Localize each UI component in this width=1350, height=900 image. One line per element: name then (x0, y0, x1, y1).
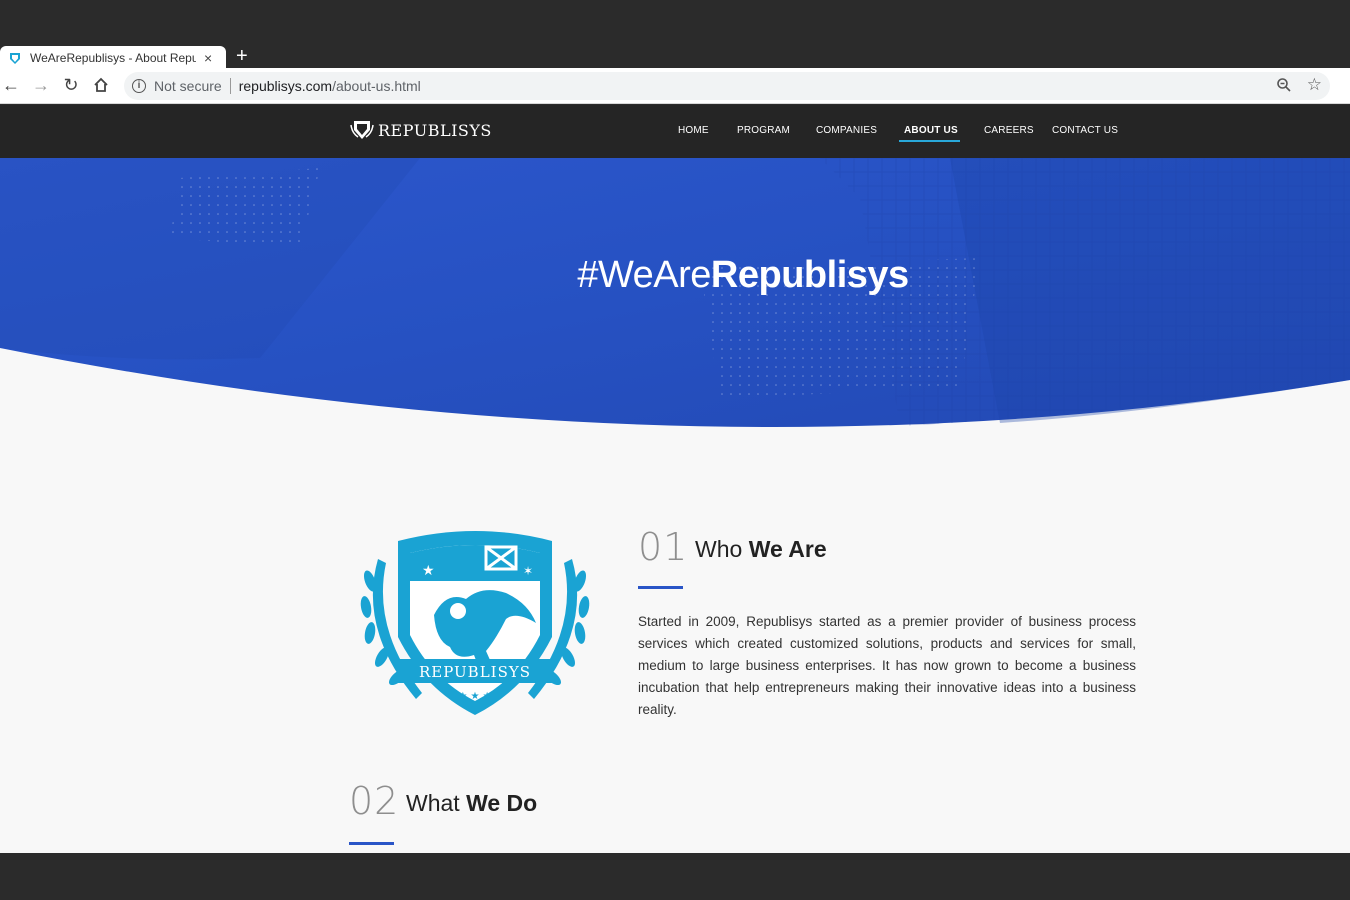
back-icon[interactable]: ← (0, 74, 22, 96)
info-icon[interactable]: i (132, 79, 146, 93)
crest-logo-icon (350, 121, 374, 139)
crest-banner-text: REPUBLISYS (419, 663, 531, 681)
section-02-title-light: What (406, 790, 467, 816)
security-label: Not secure (154, 78, 222, 94)
menu-item-careers[interactable]: CAREERS (984, 125, 1034, 136)
browser-toolbar: ← → ↻ i Not secure republisys.com/about-… (0, 68, 1350, 104)
svg-text:★ ★ ★: ★ ★ ★ (458, 691, 491, 702)
address-bar[interactable]: i Not secure republisys.com/about-us.htm… (124, 72, 1330, 100)
site-navbar: REPUBLISYS HOME PROGRAM COMPANIES ABOUT … (0, 105, 1350, 158)
section-01-number: 01 (638, 525, 689, 569)
hero-title-bold: Republisys (710, 254, 909, 296)
tab-title: WeAreRepublisys - About Repu (30, 51, 196, 65)
reload-icon[interactable]: ↻ (60, 74, 82, 96)
section-02-rule (349, 842, 394, 845)
menu-item-about-us[interactable]: ABOUT US (904, 125, 958, 136)
hero-title-light: #WeAre (577, 254, 711, 296)
website-viewport: REPUBLISYS HOME PROGRAM COMPANIES ABOUT … (0, 105, 1350, 853)
section-01-title-light: Who (695, 536, 749, 562)
republisys-crest-image: ★ ✶ REPUBLISYS ★ ★ ★ (360, 531, 590, 715)
section-01-title: Who We Are (695, 536, 827, 563)
svg-text:✶: ✶ (523, 564, 533, 578)
menu-item-companies[interactable]: COMPANIES (816, 125, 877, 136)
zoom-icon[interactable] (1276, 77, 1292, 97)
menu-item-contact-us[interactable]: CONTACT US (1052, 125, 1118, 136)
forward-icon[interactable]: → (30, 74, 52, 96)
home-icon[interactable] (90, 74, 112, 96)
url-path: /about-us.html (332, 78, 421, 94)
site-favicon-icon (10, 53, 20, 64)
svg-text:★: ★ (422, 563, 435, 579)
section-02-title: What We Do (406, 790, 537, 817)
address-separator (229, 78, 231, 94)
hero-banner: #WeAreRepublisys (0, 158, 1350, 428)
browser-tab[interactable]: WeAreRepublisys - About Repu × (0, 46, 226, 70)
url-host: republisys.com (238, 78, 333, 94)
bookmark-star-icon[interactable]: ☆ (1307, 75, 1322, 95)
menu-item-program[interactable]: PROGRAM (737, 125, 790, 136)
tab-close-icon[interactable]: × (204, 50, 212, 66)
section-02-number: 02 (349, 779, 400, 823)
section-01-rule (638, 586, 683, 589)
site-logo[interactable]: REPUBLISYS (350, 119, 492, 141)
section-02-title-bold: We Do (466, 790, 538, 816)
active-menu-underline (899, 140, 960, 142)
browser-tabstrip: WeAreRepublisys - About Repu × + (0, 42, 1350, 70)
menu-item-home[interactable]: HOME (678, 125, 709, 136)
hero-title: #WeAreRepublisys (0, 254, 1350, 297)
logo-text: REPUBLISYS (378, 120, 492, 140)
new-tab-button[interactable]: + (236, 44, 248, 68)
section-01-title-bold: We Are (748, 536, 827, 562)
section-01-body: Started in 2009, Republisys started as a… (638, 614, 1136, 717)
